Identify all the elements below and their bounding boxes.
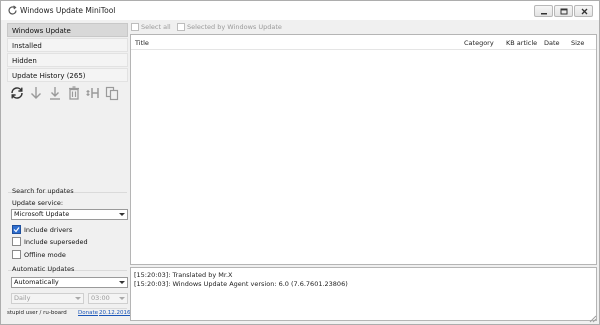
select-all-label: Select all	[141, 23, 171, 31]
auto-group-label: Automatic Updates	[12, 265, 75, 273]
include-superseded-label: Include superseded	[24, 238, 88, 246]
resize-grip-icon[interactable]	[589, 315, 597, 323]
minimize-button[interactable]	[534, 5, 553, 17]
maximize-icon	[560, 8, 568, 15]
column-header-date[interactable]: Date	[544, 39, 560, 47]
auto-mode-value: Automatically	[14, 278, 59, 286]
nav-item-installed[interactable]: Installed	[7, 38, 128, 52]
auto-mode-select[interactable]: Automatically	[11, 277, 128, 288]
auto-time-select[interactable]: 03:00	[88, 293, 128, 304]
title-bar: Windows Update MiniTool	[1, 1, 599, 20]
nav-item-hidden[interactable]: Hidden	[7, 53, 128, 67]
donate-link[interactable]: Donate	[78, 310, 98, 316]
credit-text: stupid user / ru-board	[7, 310, 67, 316]
column-header-category[interactable]: Category	[464, 39, 494, 47]
search-group-label: Search for updates	[12, 187, 74, 195]
nav-item-windows-update[interactable]: Windows Update	[7, 23, 128, 37]
selected-by-wu-label: Selected by Windows Update	[187, 23, 282, 31]
check-icon	[13, 227, 20, 233]
chevron-down-icon	[119, 297, 125, 300]
offline-mode-label: Offline mode	[24, 251, 66, 259]
column-header-size[interactable]: Size	[571, 39, 584, 47]
delete-icon[interactable]	[66, 85, 82, 101]
footer-divider	[8, 308, 127, 309]
log-panel[interactable]: [15:20:03]: Translated by Mr.X [15:20:03…	[130, 267, 597, 321]
chevron-down-icon	[119, 213, 125, 216]
update-service-select[interactable]: Microsoft Update	[11, 209, 128, 220]
auto-schedule-select[interactable]: Daily	[11, 293, 84, 304]
include-drivers-label: Include drivers	[24, 226, 73, 234]
selected-by-wu-checkbox[interactable]	[177, 23, 185, 31]
auto-schedule-value: Daily	[14, 294, 31, 302]
updates-list[interactable]: Title Category KB article Date Size	[130, 34, 597, 265]
auto-time-value: 03:00	[91, 294, 110, 302]
chevron-down-icon	[119, 281, 125, 284]
column-header-kb-article[interactable]: KB article	[506, 39, 537, 47]
select-all-checkbox[interactable]	[131, 23, 139, 31]
app-window: Windows Update MiniTool Windows Update I…	[0, 0, 600, 325]
update-service-value: Microsoft Update	[14, 210, 70, 218]
close-icon	[581, 8, 588, 15]
log-line: [15:20:03]: Translated by Mr.X	[134, 271, 233, 279]
column-header-title[interactable]: Title	[135, 39, 149, 47]
minimize-icon	[541, 13, 547, 15]
log-line: [15:20:03]: Windows Update Agent version…	[134, 280, 348, 288]
window-title: Windows Update MiniTool	[20, 6, 116, 15]
copy-icon[interactable]	[104, 85, 120, 101]
maximize-button[interactable]	[554, 5, 573, 17]
update-service-label: Update service:	[12, 199, 64, 207]
nav-item-update-history[interactable]: Update History (265)	[7, 68, 128, 82]
left-panel: Windows Update Installed Hidden Update H…	[4, 21, 128, 323]
download-icon[interactable]	[28, 85, 44, 101]
offline-mode-checkbox[interactable]	[12, 250, 21, 259]
close-button[interactable]	[574, 5, 593, 17]
refresh-icon[interactable]	[9, 85, 25, 101]
install-icon[interactable]	[47, 85, 63, 101]
refresh-app-icon	[8, 5, 17, 15]
include-drivers-checkbox[interactable]	[12, 225, 21, 234]
chevron-down-icon	[75, 297, 81, 300]
version-date-link[interactable]: 20.12.2016	[99, 310, 131, 316]
include-superseded-checkbox[interactable]	[12, 237, 21, 246]
hide-icon[interactable]	[85, 85, 101, 101]
list-header: Title Category KB article Date Size	[131, 35, 596, 50]
